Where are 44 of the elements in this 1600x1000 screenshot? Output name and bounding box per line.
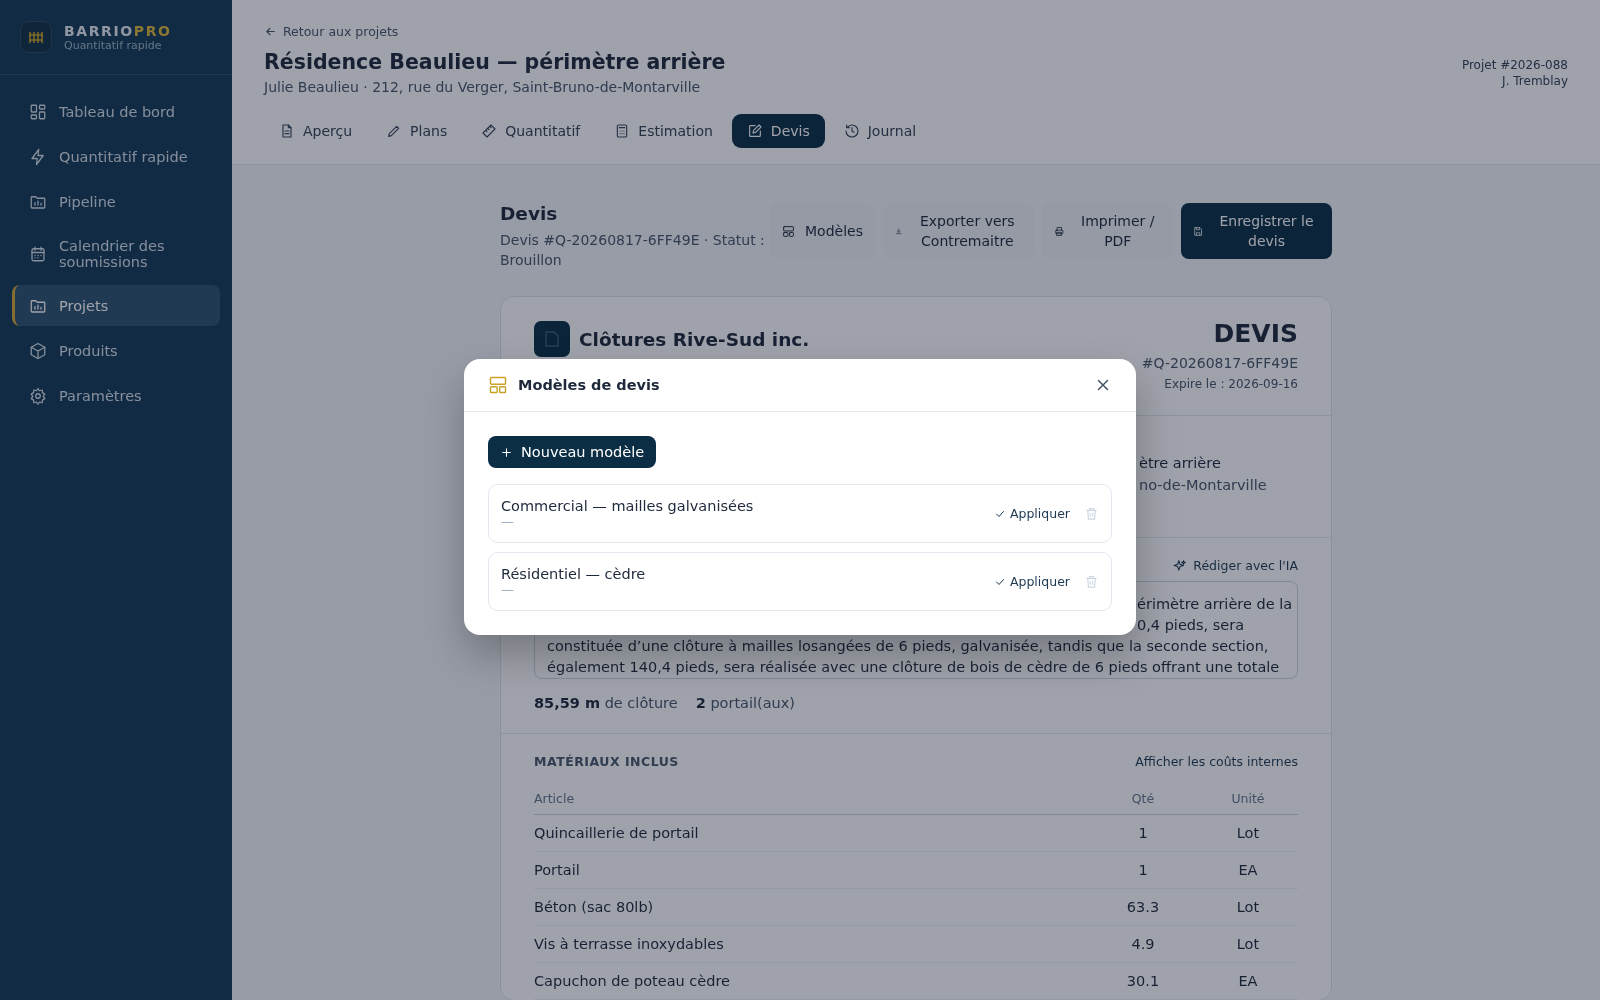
quote-number: #Q-20260817-6FF49E	[1141, 355, 1298, 371]
table-cell: 4.9	[1131, 936, 1155, 952]
description-line: érimètre arrière de la	[1137, 595, 1293, 614]
dialog-title: Modèles de devis	[518, 377, 661, 393]
quote-title: Devis	[500, 203, 559, 224]
table-cell: Béton (sac 80lb)	[534, 899, 654, 915]
template-description: —	[501, 514, 515, 529]
brand-name: BARRIO PRO	[64, 22, 172, 39]
column-header: Qté	[1131, 791, 1155, 806]
table-cell: Quincaillerie de portail	[534, 825, 699, 841]
description-line: 0,4 pieds, sera	[1137, 616, 1245, 635]
table-cell: 1	[1138, 862, 1148, 878]
client-info-text: ètre arrière	[1139, 454, 1222, 473]
table-cell: Lot	[1236, 825, 1260, 841]
project-owner: J. Tremblay	[1500, 73, 1568, 89]
table-cell: Lot	[1236, 936, 1260, 952]
template-name: Résidentiel — cèdre	[501, 566, 647, 582]
table-cell: 1	[1138, 825, 1148, 841]
table-cell: Portail	[534, 862, 580, 878]
template-description: —	[501, 582, 515, 597]
document-title: DEVIS	[1212, 319, 1298, 348]
column-header: Article	[534, 791, 575, 806]
expiry-date: Expire le : 2026-09-16	[1163, 377, 1298, 391]
quote-meta: Devis #Q-20260817-6FF49E · Statut : Brouillon	[500, 231, 766, 270]
description-line: également 140,4 pieds, sera réalisée avec une clôture de bois de cèdre de 6 pieds offrant une totale	[547, 658, 1280, 677]
column-header: Unité	[1231, 791, 1265, 806]
project-subtitle: Julie Beaulieu · 212, rue du Verger, Saint-Bruno-de-Montarville	[264, 79, 702, 95]
summary-stat: 85,59 m de clôture	[534, 695, 678, 711]
table-cell: 30.1	[1126, 973, 1160, 989]
table-cell: Capuchon de poteau cèdre	[534, 973, 730, 989]
table-cell: EA	[1238, 973, 1258, 989]
table-cell: Lot	[1236, 899, 1260, 915]
description-line: constituée d’une clôture à mailles losangées de 6 pieds, galvanisée, tandis que la seconde section,	[547, 637, 1269, 656]
template-name: Commercial — mailles galvanisées	[501, 498, 755, 514]
project-title: Résidence Beaulieu — périmètre arrière	[264, 50, 726, 74]
brand-tagline: Quantitatif rapide	[64, 38, 163, 52]
materials-heading: MATÉRIAUX INCLUS	[534, 754, 679, 769]
project-number: Projet #2026-088	[1461, 57, 1568, 73]
company-name: Clôtures Rive-Sud inc.	[579, 328, 810, 350]
table-cell: Vis à terrasse inoxydables	[534, 936, 724, 952]
table-cell: 63.3	[1126, 899, 1160, 915]
client-info-text: no-de-Montarville	[1139, 476, 1268, 495]
table-cell: EA	[1238, 862, 1258, 878]
summary-stat: 2 portail(aux)	[695, 695, 796, 711]
